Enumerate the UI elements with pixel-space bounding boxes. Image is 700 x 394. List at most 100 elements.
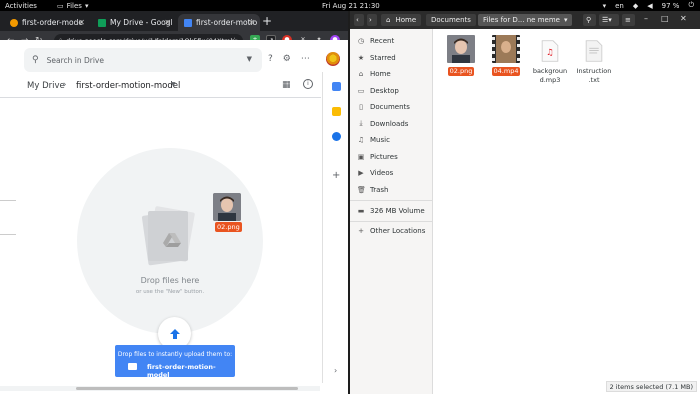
sidebar-item-desktop[interactable]: ▭ Desktop (357, 84, 399, 97)
sidebar-item-recent[interactable]: ◷ Recent (357, 34, 394, 47)
drive-logo-icon (163, 233, 181, 247)
network-icon: ◆ (632, 1, 639, 10)
file-stack-illustration (141, 205, 196, 266)
help-icon[interactable]: ? (268, 54, 273, 64)
document-icon: ▯ (359, 102, 363, 111)
sidebar-item-music[interactable]: ♫ Music (357, 133, 390, 146)
files-sidebar: ◷ Recent ★ Starred ⌂ Home ▭ Desktop ▯ Documen… (350, 29, 433, 394)
file-name: 02.png (447, 67, 475, 76)
calendar-icon[interactable] (332, 82, 341, 91)
close-icon[interactable]: ✕ (248, 18, 255, 27)
breadcrumb: My Drive › first-order-motion-model ▼ ▦ … (0, 78, 320, 96)
drive-icon (98, 18, 106, 27)
app-menu[interactable]: ▭ Files ▾ (57, 2, 89, 10)
drop-title: Drop files here (140, 276, 200, 285)
download-icon: ⤓ (359, 119, 363, 127)
add-addon-icon[interactable]: + (332, 170, 340, 181)
tab-first-order-motion[interactable]: first-order-motio ✕ (178, 14, 260, 31)
account-avatar[interactable] (326, 52, 340, 66)
video-icon: ▶ (358, 168, 364, 177)
system-top-bar: Activities ▭ Files ▾ Fri Aug 21 21:30 ▾ … (0, 0, 700, 11)
portrait-image (213, 193, 241, 221)
chevron-down-icon[interactable]: ▼ (171, 81, 176, 88)
sidebar-item-home[interactable]: ⌂ Home (357, 67, 391, 80)
search-icon[interactable]: ⚲ (583, 14, 596, 26)
divider (0, 234, 16, 235)
folder-icon: ▭ (56, 1, 64, 10)
power-icon: ⏻ (688, 1, 694, 9)
close-icon[interactable]: ✕ (78, 18, 85, 27)
forward-button[interactable]: › (367, 14, 377, 26)
language-indicator[interactable]: en (615, 2, 624, 10)
files-window: ‹ › ⌂ Home Documents Files for D... ne m… (350, 11, 700, 394)
home-icon: ⌂ (386, 16, 391, 24)
sidebar-item-videos[interactable]: ▶ Videos (357, 166, 393, 179)
activities-button[interactable]: Activities (5, 2, 37, 10)
trash-icon: 🗑︎ (357, 185, 366, 194)
video-thumbnail (492, 35, 520, 63)
sidebar-item-trash[interactable]: 🗑︎ Trash (357, 183, 389, 196)
tasks-icon[interactable] (332, 132, 341, 141)
sidebar-item-volume[interactable]: ▬ 326 MB Volume (357, 204, 425, 217)
file-item[interactable]: 02.png (441, 35, 481, 76)
tab-first-order-model[interactable]: first-order-mode ✕ (4, 14, 90, 31)
toast-folder-name: first-order-motion-model (147, 363, 216, 379)
sidebar-item-downloads[interactable]: ⤓ Downloads (357, 117, 408, 130)
info-icon[interactable]: i (303, 79, 313, 89)
divider (0, 97, 321, 98)
tab-title: first-order-mode (22, 18, 83, 27)
path-documents[interactable]: Documents (426, 14, 476, 26)
divider (0, 200, 16, 201)
breadcrumb-my-drive[interactable]: My Drive (27, 81, 65, 91)
chevron-down-icon: ▾ (84, 1, 89, 10)
menu-icon[interactable]: ≡ (622, 14, 635, 26)
search-input[interactable]: ⚲ Search in Drive ▼ (24, 48, 262, 72)
text-file-icon (585, 40, 603, 62)
keep-icon[interactable] (332, 107, 341, 116)
sidebar-item-other-locations[interactable]: + Other Locations (357, 224, 425, 237)
path-home[interactable]: ⌂ Home (381, 14, 422, 26)
sidebar-item-documents[interactable]: ▯ Documents (357, 100, 410, 113)
toast-message: Drop files to instantly upload them to: (117, 351, 233, 358)
tab-strip: first-order-mode ✕ My Drive - Googl ✕ fi… (0, 11, 348, 31)
maximize-icon[interactable]: □ (661, 14, 669, 23)
file-item[interactable]: 04.mp4 (486, 35, 526, 76)
star-icon: ★ (357, 53, 365, 62)
new-tab-button[interactable]: + (262, 14, 272, 28)
drive-icon (184, 18, 192, 27)
chevron-down-icon: ▾ (563, 16, 568, 24)
clock[interactable]: Fri Aug 21 21:30 (322, 2, 380, 10)
file-item[interactable]: Instruction .txt (574, 39, 614, 85)
home-icon: ⌂ (358, 69, 364, 78)
sidebar-item-pictures[interactable]: ▣ Pictures (357, 150, 398, 163)
tab-my-drive[interactable]: My Drive - Googl ✕ (92, 14, 176, 31)
back-button[interactable]: ‹ (354, 14, 364, 26)
battery-percent: 97 % (661, 1, 680, 10)
divider (350, 221, 433, 222)
plus-icon: + (358, 226, 364, 235)
apps-grid-icon[interactable]: ⋯ (301, 54, 310, 64)
music-icon: ♫ (357, 135, 365, 144)
tab-favicon-icon (10, 18, 18, 27)
minimize-icon[interactable]: – (644, 14, 648, 23)
file-item[interactable]: ♫ backgroun d.mp3 (530, 39, 570, 85)
sidebar-item-starred[interactable]: ★ Starred (357, 51, 396, 64)
settings-gear-icon[interactable]: ⚙ (283, 54, 291, 64)
grid-view-icon[interactable]: ▦ (282, 80, 291, 90)
breadcrumb-folder[interactable]: first-order-motion-model (76, 81, 180, 91)
divider (350, 200, 433, 201)
path-current-folder[interactable]: Files for D... ne meme ▾ (478, 14, 573, 26)
audio-file-icon: ♫ (541, 40, 559, 62)
close-icon[interactable]: ✕ (164, 18, 171, 27)
svg-text:♫: ♫ (546, 48, 554, 58)
folder-icon (128, 363, 137, 370)
system-tray[interactable]: ▾ en ◆ ◀ 97 % ⏻ (603, 1, 694, 10)
search-options-icon[interactable]: ▼ (247, 55, 252, 63)
drive-icon: ▬ (357, 206, 365, 215)
chevron-right-icon[interactable]: › (334, 366, 337, 375)
drag-file-label: 02.png (215, 222, 242, 232)
view-options-icon[interactable]: ☰▾ (599, 14, 619, 26)
file-name: 04.mp4 (491, 67, 521, 76)
close-icon[interactable]: ✕ (680, 14, 687, 23)
horizontal-scrollbar[interactable] (0, 386, 320, 391)
